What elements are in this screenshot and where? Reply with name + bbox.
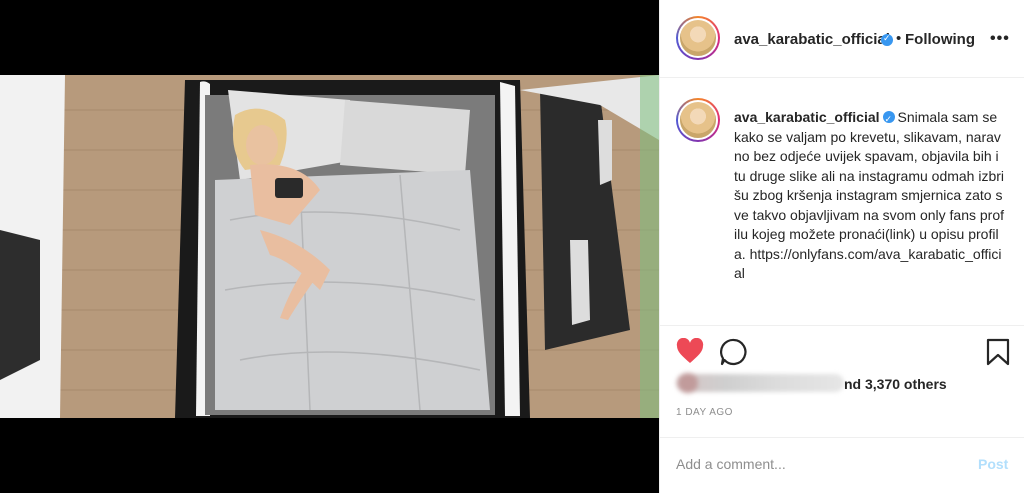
header-username[interactable]: ava_karabatic_official	[734, 31, 890, 48]
caption-avatar[interactable]	[676, 98, 720, 142]
heart-icon[interactable]	[676, 338, 704, 364]
more-options-icon[interactable]: •••	[990, 30, 1010, 48]
bedroom-photo-illustration	[0, 0, 659, 493]
post-button[interactable]: Post	[978, 456, 1008, 472]
blurred-liker-names	[676, 374, 844, 392]
likes-count-text[interactable]: nd 3,370 others	[844, 376, 947, 392]
post-header: ava_karabatic_official • Following •••	[660, 0, 1024, 78]
caption-text-block: ava_karabatic_officialSnimala sam se kak…	[734, 108, 1006, 284]
comment-input[interactable]	[676, 450, 946, 478]
avatar[interactable]	[676, 16, 720, 60]
post-sidebar: ava_karabatic_official • Following ••• a…	[659, 0, 1024, 493]
caption-verified-badge-icon	[882, 110, 895, 130]
bookmark-icon[interactable]	[986, 338, 1010, 366]
comment-icon[interactable]	[720, 338, 748, 366]
caption-body: Snimala sam se kako se valjam po krevetu…	[734, 109, 1005, 281]
verified-badge-icon	[881, 33, 893, 46]
post-caption: ava_karabatic_officialSnimala sam se kak…	[660, 78, 1024, 326]
action-bar	[660, 326, 1024, 370]
post-photo[interactable]	[0, 0, 659, 493]
comment-box: Post	[660, 437, 1024, 493]
post-timestamp: 1 DAY AGO	[676, 407, 733, 418]
separator-dot: •	[896, 30, 902, 47]
caption-username[interactable]: ava_karabatic_official	[734, 109, 880, 125]
following-button[interactable]: Following	[905, 31, 975, 48]
